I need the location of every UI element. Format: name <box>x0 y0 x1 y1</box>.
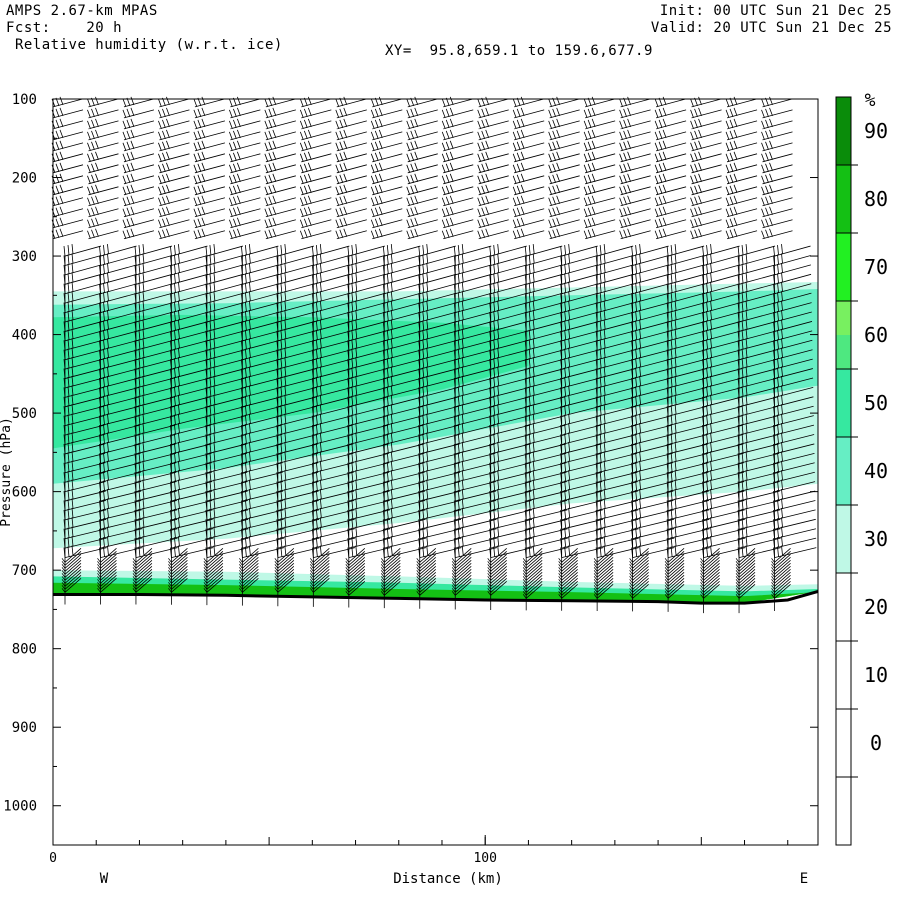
y-tick-label: 200 <box>12 171 37 187</box>
x-end-label-east: E <box>800 871 808 887</box>
x-axis: 0 100 <box>49 835 789 866</box>
colorbar-band <box>836 505 851 573</box>
colorbar-band <box>836 97 851 165</box>
colorbar-unit: % <box>865 90 876 111</box>
y-tick-label: 900 <box>12 720 37 736</box>
colorbar-band <box>836 233 851 301</box>
colorbar-label: 60 <box>864 323 888 347</box>
colorbar-label: 80 <box>864 187 888 211</box>
colorbar: 0 10 20 30 40 50 60 70 80 90 <box>835 96 888 846</box>
colorbar-label: 30 <box>864 527 888 551</box>
colorbar-label: 0 <box>870 731 882 755</box>
x-end-label-west: W <box>100 871 109 887</box>
y-tick-label: 500 <box>12 406 37 422</box>
colorbar-band <box>836 437 851 505</box>
colorbar-label: 90 <box>864 119 888 143</box>
colorbar-band <box>836 301 851 335</box>
y-tick-label: 800 <box>12 642 37 658</box>
colorbar-label: 40 <box>864 459 888 483</box>
cross-section-chart: 1002003004005006007008009001000 0 100 Pre… <box>0 90 888 887</box>
x-tick-label: 0 <box>49 851 57 866</box>
x-axis-label: Distance (km) <box>393 871 503 887</box>
y-tick-label: 100 <box>12 92 37 108</box>
y-tick-label: 400 <box>12 328 37 344</box>
colorbar-band <box>836 165 851 233</box>
y-tick-label: 700 <box>12 563 37 579</box>
x-tick-label: 100 <box>473 851 496 866</box>
y-tick-label: 300 <box>12 249 37 265</box>
colorbar-label: 20 <box>864 595 888 619</box>
colorbar-label: 50 <box>864 391 888 415</box>
colorbar-band <box>836 335 851 369</box>
y-tick-label: 600 <box>12 485 37 501</box>
y-axis-label: Pressure (hPa) <box>0 417 14 527</box>
colorbar-band <box>836 369 851 437</box>
colorbar-label: 70 <box>864 255 888 279</box>
colorbar-label: 10 <box>864 663 888 687</box>
y-tick-label: 1000 <box>3 799 37 815</box>
